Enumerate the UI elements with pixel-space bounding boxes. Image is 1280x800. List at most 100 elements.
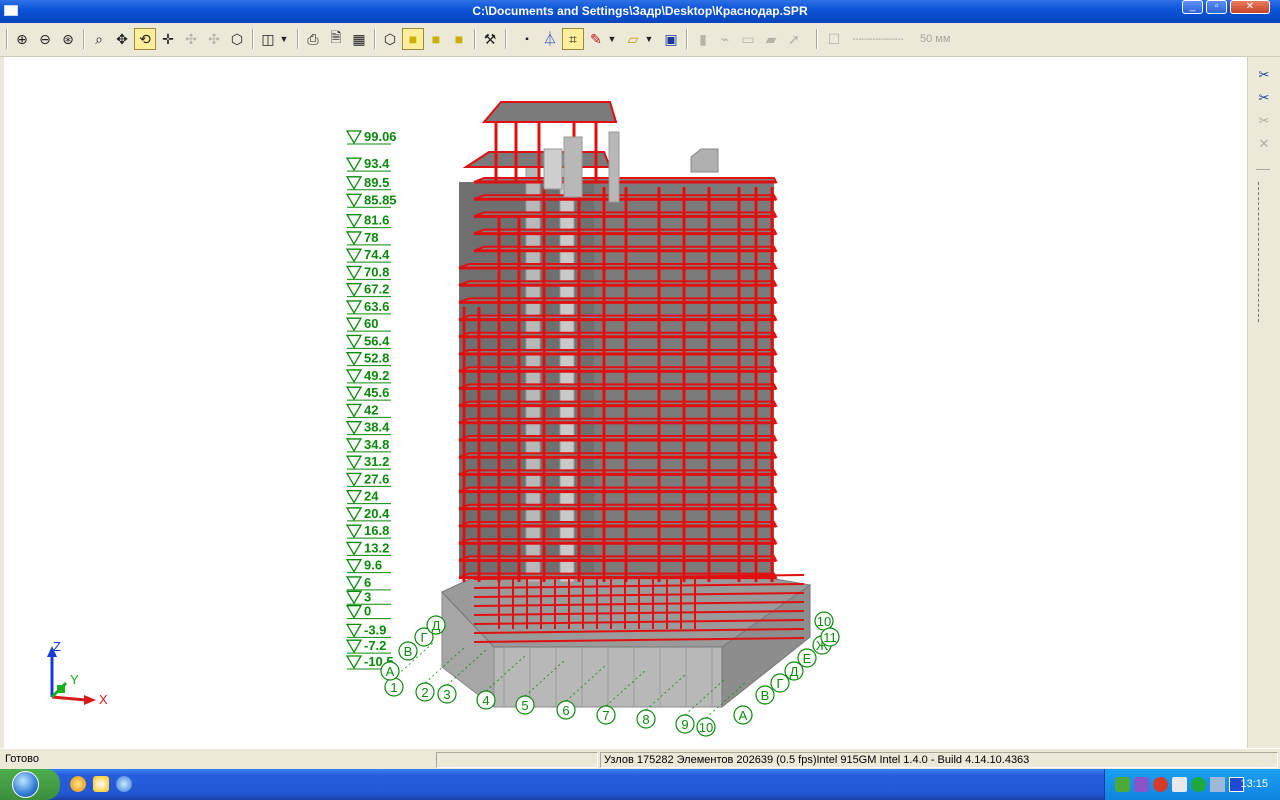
elevation-mark: 20.4 <box>345 506 391 522</box>
elevation-mark: 74.4 <box>345 247 391 263</box>
elevation-triangle <box>345 421 363 435</box>
chevron-down-icon[interactable]: ▼ <box>605 28 619 50</box>
tool-disabled-5-icon[interactable]: ➚ <box>783 28 805 50</box>
axis-letter-right-11: 11 <box>820 627 840 647</box>
elevation-triangle <box>345 130 363 145</box>
zoom-in-icon[interactable]: ⊕ <box>11 28 33 50</box>
export-icon[interactable]: ▦ <box>348 28 370 50</box>
elevation-mark: 93.4 <box>345 156 391 172</box>
elevation-mark: 60 <box>345 316 391 332</box>
grid-icon[interactable]: ⌗ <box>562 28 584 50</box>
y-axis-box <box>57 685 65 693</box>
zoom-out-icon[interactable]: ⊖ <box>34 28 56 50</box>
tool-disabled-4-icon[interactable]: ▰ <box>760 28 782 50</box>
tool-disabled-1-icon[interactable]: ▮ <box>692 28 714 50</box>
tools-icon[interactable]: ⚒ <box>479 28 501 50</box>
elevation-label: 89.5 <box>364 175 389 190</box>
zoom-window-icon[interactable]: ⌕ <box>88 28 110 50</box>
quicklaunch-app-icon[interactable] <box>70 776 86 792</box>
line-width-slider[interactable]: ┄┄┄┄┄┄ <box>846 28 910 50</box>
chevron-down-icon[interactable]: ▼ <box>277 28 291 50</box>
elevation-mark: 81.6 <box>345 213 391 229</box>
zoom-fit-icon[interactable]: ⊛ <box>57 28 79 50</box>
axis-letter-right-Е: Е <box>797 648 817 668</box>
cut-icon[interactable]: ✂ <box>1255 67 1273 85</box>
chevron-down-icon[interactable]: ▼ <box>642 28 656 50</box>
tray-security-icon[interactable] <box>1153 777 1168 792</box>
elevation-label: 70.8 <box>364 264 389 279</box>
tray-display-icon[interactable] <box>1210 777 1225 792</box>
toolbar-separator <box>505 29 507 49</box>
elevation-triangle <box>345 541 363 556</box>
x-axis-line <box>51 695 87 702</box>
status-info: Узлов 175282 Элементов 202639 (0.5 fps)I… <box>600 752 1278 768</box>
vertical-scale-slider[interactable] <box>1258 182 1266 322</box>
layer-icon[interactable]: ▣ <box>660 28 682 50</box>
elevation-mark: 89.5 <box>345 175 391 191</box>
elevation-mark: 9.6 <box>345 558 391 574</box>
checkbox-icon[interactable]: ☐ <box>823 28 845 50</box>
elevation-label: 0 <box>364 604 371 619</box>
x-axis-arrow <box>84 695 96 705</box>
elevation-triangle <box>345 490 363 504</box>
start-button[interactable] <box>0 769 60 800</box>
building-model-3d[interactable]: 99.0693.489.585.8581.67874.470.867.263.6… <box>4 57 1247 748</box>
pencil-icon[interactable]: ✎ <box>585 28 607 50</box>
shaded-cube-icon[interactable]: ■ <box>425 28 447 50</box>
unite-icon[interactable]: ✕ <box>1255 136 1273 154</box>
tray-network-icon[interactable] <box>1115 777 1130 792</box>
select-nodes-icon[interactable]: ✣ <box>180 28 202 50</box>
cut-element-icon[interactable]: ✂ <box>1255 90 1273 108</box>
quicklaunch-explorer-icon[interactable] <box>93 776 109 792</box>
tray-volume-icon[interactable] <box>1172 777 1187 792</box>
model-viewport[interactable]: 99.06 93.4 89.5 85.85 81.6 78 74.4 70.8 67.2 63.6… <box>0 57 1247 748</box>
solid-cube-icon[interactable]: ■ <box>402 28 424 50</box>
elevation-marks: 99.06 93.4 89.5 85.85 81.6 78 74.4 70.8 67.2 63.6… <box>345 129 397 670</box>
quicklaunch-ie-icon[interactable] <box>116 776 132 792</box>
axis-bubble-label: 11 <box>823 630 837 645</box>
tool-disabled-3-icon[interactable]: ▭ <box>737 28 759 50</box>
toolbar-separator <box>297 29 299 49</box>
axis-bubble-label: Д <box>790 664 799 679</box>
projection-icon[interactable]: ◫ <box>257 28 279 50</box>
tool-disabled-2-icon[interactable]: ⌁ <box>714 28 736 50</box>
pan-icon[interactable]: ✥ <box>111 28 133 50</box>
elevation-label: 67.2 <box>364 282 389 297</box>
elevation-label: 60 <box>364 316 378 331</box>
print-icon[interactable]: ⎙ <box>302 28 324 50</box>
elevation-triangle <box>345 559 363 573</box>
tray-app-icon[interactable] <box>1134 777 1149 792</box>
status-ready: Готово <box>5 753 39 765</box>
axis-letter-right-10: 10 <box>814 611 834 631</box>
minimize-button[interactable]: _ <box>1182 0 1203 14</box>
elevation-mark: 67.2 <box>345 282 391 298</box>
elevation-mark: 63.6 <box>345 299 391 315</box>
elevation-label: -3.9 <box>364 622 386 637</box>
axis-number-7: 7 <box>596 705 616 725</box>
axis-number-8: 8 <box>636 709 656 729</box>
elevation-label: 34.8 <box>364 437 389 452</box>
element-icon[interactable]: ⏃ <box>539 28 561 50</box>
elevation-triangle <box>345 157 363 172</box>
tray-update-icon[interactable] <box>1191 777 1206 792</box>
cut-disabled-icon[interactable]: ✂ <box>1255 113 1273 131</box>
y-axis-label: Y <box>70 672 79 687</box>
select-elements-icon[interactable]: ✣ <box>203 28 225 50</box>
fill-icon[interactable]: ▱ <box>622 28 644 50</box>
elevation-mark: 27.6 <box>345 471 391 487</box>
print-preview-icon[interactable]: 🗎 <box>325 28 347 50</box>
wireframe-cube-icon[interactable]: ⬡ <box>379 28 401 50</box>
title-bar[interactable]: C:\Documents and Settings\Задр\Desktop\К… <box>0 0 1280 23</box>
view-box-icon[interactable]: ⬡ <box>226 28 248 50</box>
axis-bubble-label: 9 <box>681 717 688 732</box>
node-icon[interactable]: ▪ <box>516 28 538 50</box>
render-cube-icon[interactable]: ■ <box>448 28 470 50</box>
rotate-icon[interactable]: ⟲ <box>134 28 156 50</box>
maximize-button[interactable]: ▫ <box>1206 0 1227 14</box>
crosshair-icon[interactable]: ✛ <box>157 28 179 50</box>
toolbar-separator <box>374 29 376 49</box>
elevation-triangle <box>345 590 363 605</box>
close-button[interactable]: ✕ <box>1230 0 1270 14</box>
elevation-mark: -3.9 <box>345 622 391 638</box>
main-toolbar: ⊕ ⊖ ⊛ ⌕ ✥ ⟲ ✛ ✣ ✣ ⬡ ◫ ▼ ⎙ 🗎 ▦ ⬡ ■ ■ ■ ⚒ … <box>0 23 1280 57</box>
